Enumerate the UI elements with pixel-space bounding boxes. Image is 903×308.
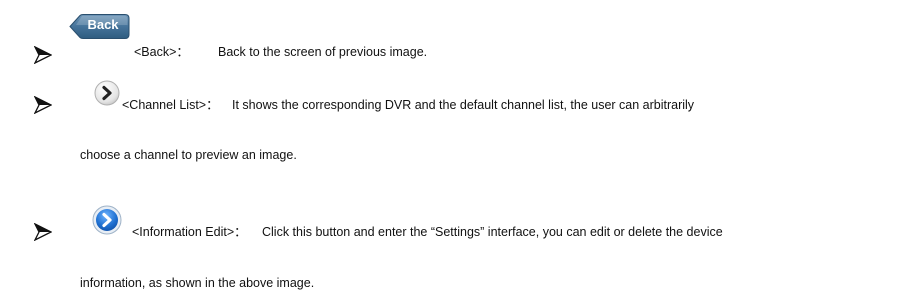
back-description: Back to the screen of previous image. xyxy=(218,45,428,59)
information-edit-term: <Information Edit>： xyxy=(132,225,247,239)
back-button-icon: Back xyxy=(68,14,130,39)
channel-list-description-line2: choose a channel to preview an image. xyxy=(80,148,297,162)
document-page: Back <Back>： Back to the screen of previ… xyxy=(0,0,903,308)
arrowhead-bullet-icon xyxy=(34,96,52,114)
channel-list-description-line1: It shows the corresponding DVR and the d… xyxy=(232,98,695,112)
chevron-right-blue-circle-icon xyxy=(92,205,122,235)
information-edit-description-line1: Click this button and enter the “Setting… xyxy=(262,225,723,239)
channel-list-term: <Channel List>： xyxy=(122,98,219,112)
chevron-right-grey-circle-icon xyxy=(94,80,120,106)
information-edit-description-line2: information, as shown in the above image… xyxy=(80,276,315,290)
arrowhead-bullet-icon xyxy=(34,46,52,64)
arrowhead-bullet-icon xyxy=(34,223,52,241)
back-button-label: Back xyxy=(87,17,119,32)
back-term: <Back>： xyxy=(134,45,189,59)
